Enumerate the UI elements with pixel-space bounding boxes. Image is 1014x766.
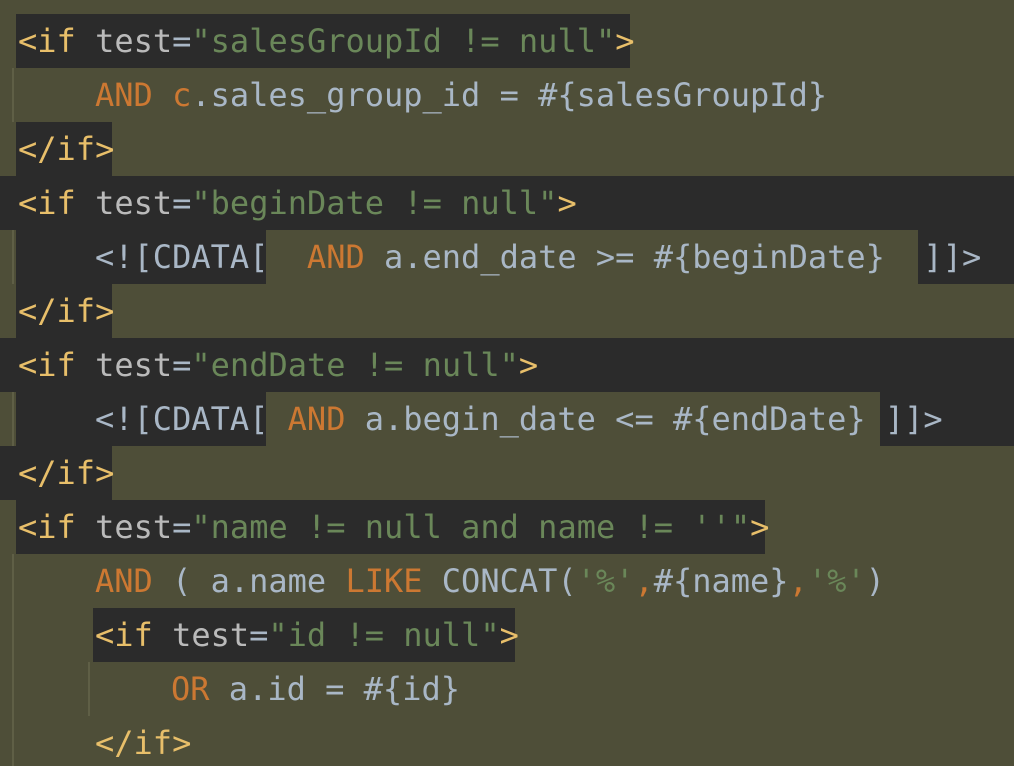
code-token: AND: [95, 76, 173, 114]
code-token: =: [249, 616, 269, 654]
indent-guide: [12, 392, 14, 446]
code-token: </if>: [95, 724, 192, 762]
code-token: ]]>: [923, 238, 982, 276]
code-token: test: [75, 508, 173, 546]
code-token: <if: [18, 22, 76, 60]
code-token: CONCAT(: [441, 562, 577, 600]
code-line[interactable]: <![CDATA[ AND a.begin_date <= #{endDate}…: [95, 392, 943, 446]
code-token: a.end_date >= #{beginDate}: [383, 238, 924, 276]
code-token: test: [75, 346, 173, 384]
code-line[interactable]: <if test="name != null and name != ''">: [18, 500, 769, 554]
code-token: test: [75, 22, 173, 60]
code-token: .sales_group_id = #{salesGroupId}: [191, 76, 828, 114]
code-token: a.id = #{id}: [228, 670, 460, 708]
code-token: >: [615, 22, 635, 60]
code-token: </if>: [18, 454, 115, 492]
code-line[interactable]: </if>: [18, 284, 114, 338]
indent-guide: [12, 68, 14, 122]
code-token: c: [172, 76, 192, 114]
code-line[interactable]: </if>: [18, 122, 114, 176]
code-token: "beginDate != null": [191, 184, 558, 222]
code-token: '%': [807, 562, 866, 600]
code-token: AND: [95, 562, 173, 600]
code-token: ,: [634, 562, 654, 600]
code-line[interactable]: <![CDATA[ AND a.end_date >= #{beginDate}…: [95, 230, 981, 284]
code-token: "name != null and name != ''": [191, 508, 751, 546]
code-token: <if: [18, 508, 76, 546]
code-token: '%': [576, 562, 635, 600]
code-line[interactable]: AND c.sales_group_id = #{salesGroupId}: [95, 68, 827, 122]
code-token: ]]>: [884, 400, 943, 438]
code-token: AND: [268, 238, 384, 276]
indent-guide: [12, 554, 14, 766]
code-token: LIKE: [345, 562, 442, 600]
code-token: >: [557, 184, 577, 222]
code-line[interactable]: <if test="beginDate != null">: [18, 176, 577, 230]
code-token: >: [518, 346, 539, 384]
code-token: a.begin_date <= #{endDate}: [364, 400, 885, 438]
code-token: test: [75, 184, 173, 222]
code-token: "salesGroupId != null": [191, 22, 616, 60]
code-token: AND: [268, 400, 365, 438]
code-line[interactable]: </if>: [95, 716, 191, 766]
code-token: <if: [18, 346, 76, 384]
code-line[interactable]: </if>: [18, 446, 114, 500]
code-token: <if: [95, 616, 153, 654]
code-token: ,: [788, 562, 808, 600]
code-token: OR: [171, 670, 229, 708]
code-token: =: [172, 22, 192, 60]
code-token: <![CDATA[: [95, 400, 269, 438]
code-token: </if>: [18, 292, 115, 330]
code-token: =: [172, 184, 192, 222]
code-token: >: [750, 508, 770, 546]
indent-guide: [88, 662, 90, 716]
code-token: <![CDATA[: [95, 238, 269, 276]
code-token: </if>: [18, 130, 115, 168]
code-token: =: [172, 508, 192, 546]
code-line[interactable]: OR a.id = #{id}: [171, 662, 460, 716]
code-token: <if: [18, 184, 76, 222]
code-editor[interactable]: <if test="salesGroupId != null"> AND c.s…: [0, 0, 1014, 766]
code-token: ( a.name: [172, 562, 346, 600]
code-token: "endDate != null": [191, 346, 519, 384]
indent-guide: [12, 230, 14, 284]
code-token: #{name}: [653, 562, 789, 600]
code-line[interactable]: AND ( a.name LIKE CONCAT('%',#{name},'%'…: [95, 554, 885, 608]
code-token: =: [172, 346, 192, 384]
code-line[interactable]: <if test="salesGroupId != null">: [18, 14, 635, 68]
code-token: "id != null": [268, 616, 500, 654]
code-line[interactable]: <if test="endDate != null">: [18, 338, 538, 392]
code-token: ): [865, 562, 885, 600]
code-token: >: [499, 616, 519, 654]
code-line[interactable]: <if test="id != null">: [95, 608, 519, 662]
code-token: test: [152, 616, 250, 654]
